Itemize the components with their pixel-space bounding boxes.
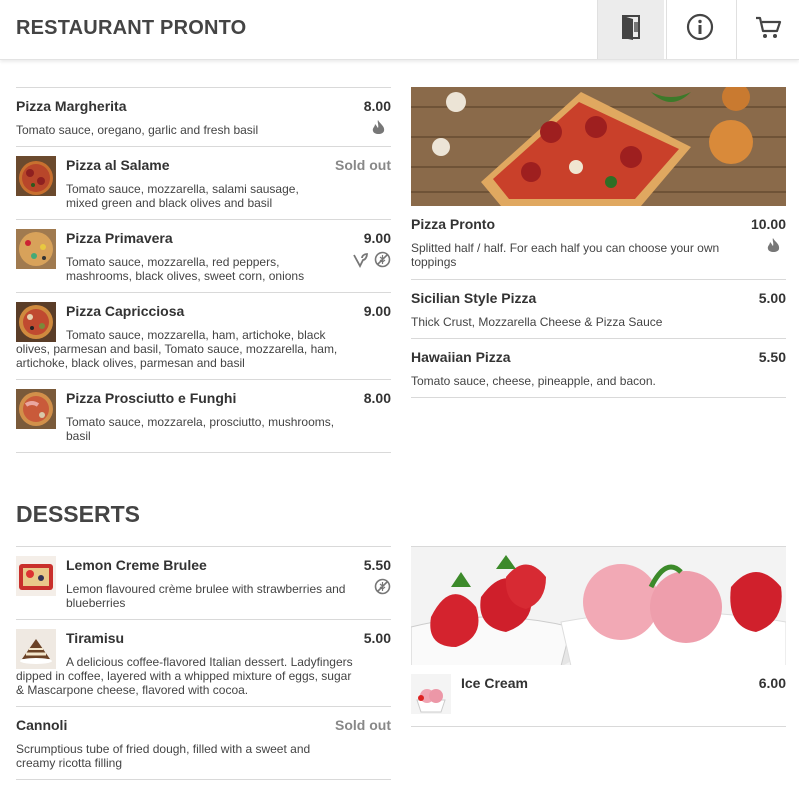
item-price: 5.50 — [758, 349, 786, 365]
item-description: Splitted half / half. For each half you … — [411, 241, 720, 269]
item-name: Pizza Pronto — [411, 216, 496, 232]
menu-item[interactable]: Lemon Creme Brulee 5.50 Lemon flavoured … — [16, 546, 391, 619]
info-button[interactable] — [666, 0, 733, 59]
menu-item[interactable]: Pizza Capricciosa 9.00 Tomato sauce, moz… — [16, 292, 391, 379]
menu-item[interactable]: Tiramisu 5.00 A delicious coffee-flavore… — [16, 619, 391, 706]
item-price: 5.50 — [363, 557, 391, 573]
item-name: Sicilian Style Pizza — [411, 290, 537, 306]
item-price: 8.00 — [363, 98, 391, 114]
item-name: Pizza Margherita — [16, 98, 127, 114]
divider — [411, 726, 786, 727]
item-price: 9.00 — [363, 230, 391, 246]
menu-item[interactable]: Pizza Primavera 9.00 Tomato sauce, mozza… — [16, 219, 391, 292]
item-description: Tomato sauce, cheese, pineapple, and bac… — [411, 374, 656, 388]
restaurant-title: RESTAURANT PRONTO — [16, 17, 247, 39]
item-description: Tomato sauce, mozzarella, red peppers, m… — [66, 255, 305, 283]
divider — [16, 452, 391, 453]
prosciutto-pizza-thumbnail — [16, 389, 56, 429]
item-price: 8.00 — [363, 390, 391, 406]
item-description: Tomato sauce, oregano, garlic and fresh … — [16, 123, 259, 137]
item-name: Pizza Primavera — [66, 230, 173, 246]
vegan-icon — [352, 251, 369, 268]
menu-item[interactable]: Pizza al Salame Sold out Tomato sauce, m… — [16, 146, 391, 219]
item-description: Lemon flavoured crème brulee with strawb… — [66, 582, 346, 610]
menu-item[interactable]: Pizza Prosciutto e Funghi 8.00 Tomato sa… — [16, 379, 391, 452]
ice-cream-thumbnail — [411, 674, 451, 714]
salame-pizza-thumbnail — [16, 156, 56, 196]
item-description: A delicious coffee-flavored Italian dess… — [16, 655, 353, 697]
cart-button[interactable] — [736, 0, 799, 59]
menu-item[interactable]: Pizza Margherita 8.00 Tomato sauce, oreg… — [16, 87, 391, 146]
section-title-desserts: DESSERTS — [16, 501, 140, 527]
item-description: Scrumptious tube of fried dough, filled … — [16, 742, 311, 770]
divider — [411, 397, 786, 398]
spicy-icon — [766, 237, 783, 254]
item-price: 5.00 — [363, 630, 391, 646]
item-name: Pizza al Salame — [66, 157, 170, 173]
menu-button[interactable] — [597, 0, 664, 59]
item-name: Tiramisu — [66, 630, 125, 646]
menu-item[interactable]: Hawaiian Pizza 5.50 Tomato sauce, cheese… — [411, 338, 786, 397]
ice-cream-banner-image — [411, 546, 786, 665]
item-description: Thick Crust, Mozzarella Cheese & Pizza S… — [411, 315, 663, 329]
divider — [16, 779, 391, 780]
info-icon — [686, 13, 714, 46]
item-price: 6.00 — [758, 675, 786, 691]
item-description: Tomato sauce, mozzarela, prosciutto, mus… — [66, 415, 335, 443]
item-price: Sold out — [335, 717, 391, 733]
item-name: Pizza Capricciosa — [66, 303, 185, 319]
item-price: 9.00 — [363, 303, 391, 319]
pizza-banner-image — [411, 87, 786, 206]
creme-brulee-thumbnail — [16, 556, 56, 596]
item-price: Sold out — [335, 157, 391, 173]
primavera-pizza-thumbnail — [16, 229, 56, 269]
item-name: Lemon Creme Brulee — [66, 557, 207, 573]
item-description: Tomato sauce, mozzarella, salami sausage… — [66, 182, 299, 210]
item-name: Pizza Prosciutto e Funghi — [66, 390, 237, 406]
no-gluten-icon — [374, 578, 391, 595]
item-name: Ice Cream — [461, 675, 528, 691]
item-description: Tomato sauce, mozzarella, ham, artichoke… — [16, 328, 338, 370]
menu-item[interactable]: Sicilian Style Pizza 5.00 Thick Crust, M… — [411, 279, 786, 338]
menu-item[interactable]: Cannoli Sold out Scrumptious tube of fri… — [16, 706, 391, 779]
spicy-icon — [371, 119, 388, 136]
item-price: 5.00 — [758, 290, 786, 306]
item-price: 10.00 — [750, 216, 786, 232]
cart-icon — [754, 14, 782, 45]
menu-door-icon — [620, 14, 642, 45]
menu-item[interactable]: Pizza Pronto 10.00 Splitted half / half.… — [411, 206, 786, 279]
menu-item[interactable]: Ice Cream 6.00 — [411, 665, 786, 726]
app-header: RESTAURANT PRONTO — [0, 0, 799, 60]
item-name: Cannoli — [16, 717, 68, 733]
no-gluten-icon — [374, 251, 391, 268]
item-name: Hawaiian Pizza — [411, 349, 511, 365]
